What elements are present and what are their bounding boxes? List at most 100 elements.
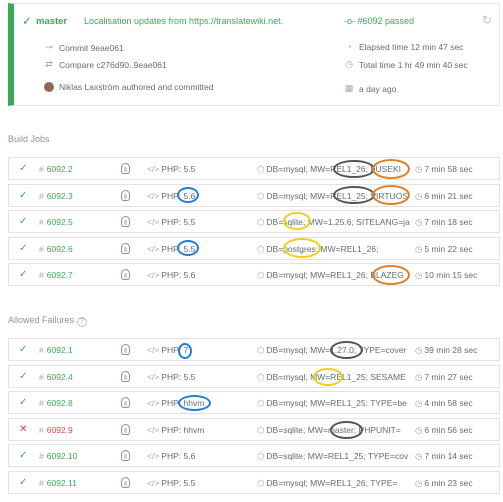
- job-number[interactable]: #6092.4: [39, 372, 73, 382]
- job-number[interactable]: #6092.11: [39, 478, 77, 488]
- restart-build-icon[interactable]: ↻: [482, 13, 492, 27]
- job-duration-label: 7 min 27 sec: [424, 371, 473, 382]
- clock-icon: ◷: [415, 345, 423, 355]
- code-icon: </>: [147, 424, 160, 435]
- job-row[interactable]: ✓ #6092.10 </> PHP: 5.6 ⬡ DB=sqlite; MW=REL1_…: [8, 444, 500, 467]
- code-icon: </>: [147, 270, 160, 280]
- job-row[interactable]: ✓ #6092.3 </> PHP: 5.6 ⬡ DB=mysql; MW=REL1_25…: [8, 183, 500, 207]
- passed-check-icon: ✓: [19, 370, 28, 382]
- job-row[interactable]: ✓ #6092.8 </> PHP: hhvm ⬡ DB=mysql; MW=REL1_2…: [8, 391, 500, 414]
- job-number-label: 6092.6: [46, 243, 73, 254]
- job-language-label: PHP: 5.5: [161, 243, 196, 254]
- job-language-label: PHP: 5.5: [161, 477, 196, 488]
- job-number-label: 6092.7: [46, 270, 73, 280]
- author-text: Niklas Laxström authored and committed: [59, 82, 214, 92]
- clock-icon: ◷: [345, 59, 353, 69]
- job-language: </> PHP: 5.6: [147, 451, 195, 461]
- job-env-label: DB=sqlite; MW=master; PHPUNIT=: [266, 424, 401, 435]
- compare-link[interactable]: Compare c276d90..9eae061: [59, 60, 167, 70]
- job-env: ⬡ DB=mysql; MW=REL1_25; TYPE=be: [257, 398, 415, 409]
- passed-check-icon: ✓: [19, 242, 28, 254]
- linux-icon: [121, 397, 130, 408]
- job-env-label: DB=sqlite; MW=1.25.6; SITELANG=ja: [266, 217, 410, 227]
- job-duration: ◷ 5 min 22 sec: [415, 244, 473, 255]
- passed-check-icon: ✓: [22, 14, 33, 28]
- job-number[interactable]: #6092.5: [39, 217, 73, 227]
- job-number[interactable]: #6092.10: [39, 451, 77, 461]
- job-row[interactable]: ✕ #6092.9 </> PHP: hhvm ⬡ DB=sqlite; MW=maste…: [8, 417, 500, 441]
- job-row[interactable]: ✓ #6092.2 </> PHP: 5.5 ⬡ DB=mysql; MW=REL1_26…: [8, 157, 500, 180]
- job-number[interactable]: #6092.7: [39, 270, 73, 280]
- job-language: </> PHP: 7: [147, 345, 188, 355]
- job-env-label: DB=mysql; MW=REL1_26; TYPE=: [266, 477, 398, 488]
- job-number-label: 6092.11: [46, 477, 77, 488]
- job-language-label: PHP: 5.5: [161, 371, 196, 382]
- clock-icon: ◷: [415, 424, 423, 435]
- clock-icon: ◷: [415, 398, 423, 408]
- hash-icon: #: [39, 424, 44, 435]
- job-language: </> PHP: 5.5: [147, 217, 195, 227]
- build-status[interactable]: -o- #6092 passed: [344, 16, 414, 26]
- calendar-icon: ▦: [344, 83, 354, 93]
- job-language: </> PHP: 5.5: [147, 164, 195, 174]
- hash-icon: #: [39, 345, 44, 355]
- job-duration: ◷ 39 min 28 sec: [415, 345, 477, 356]
- failed-cross-icon: ✕: [19, 423, 28, 435]
- total-row: ◷ Total time 1 hr 49 min 40 sec: [344, 59, 468, 70]
- job-language-label: PHP: 7: [161, 345, 189, 355]
- linux-icon: [121, 269, 130, 280]
- code-icon: </>: [147, 398, 160, 408]
- job-number[interactable]: #6092.6: [39, 244, 73, 254]
- job-row[interactable]: ✓ #6092.1 </> PHP: 7 ⬡ DB=mysql; MW=1.27.0; T…: [8, 338, 500, 361]
- hash-icon: #: [39, 398, 44, 408]
- job-row[interactable]: ✓ #6092.5 </> PHP: 5.5 ⬡ DB=sqlite; MW=1.25.6…: [8, 210, 500, 233]
- job-env: ⬡ DB=sqlite; MW=master; PHPUNIT=: [257, 425, 415, 436]
- env-icon: ⬡: [257, 164, 265, 174]
- job-number-label: 6092.4: [46, 371, 73, 382]
- job-number[interactable]: #6092.9: [39, 425, 73, 435]
- job-row[interactable]: ✓ #6092.6 </> PHP: 5.5 ⬡ DB=postgres; MW=REL1…: [8, 236, 500, 260]
- help-icon[interactable]: ?: [77, 317, 88, 327]
- clock-icon: ◷: [415, 451, 423, 461]
- job-language-label: PHP: hhvm: [161, 398, 205, 408]
- env-icon: ⬡: [257, 451, 265, 461]
- linux-icon: [121, 216, 130, 227]
- job-env: ⬡ DB=sqlite; MW=1.25.6; SITELANG=ja: [257, 217, 415, 228]
- job-row[interactable]: ✓ #6092.4 </> PHP: 5.5 ⬡ DB=mysql; MW=REL1_25…: [8, 364, 500, 388]
- env-icon: ⬡: [257, 217, 265, 227]
- commit-link[interactable]: Commit 9eae061: [59, 43, 124, 53]
- commit-message[interactable]: Localisation updates from https://transl…: [84, 16, 283, 26]
- author-row: Niklas Laxström authored and committed: [44, 82, 214, 92]
- job-env-label: DB=postgres; MW=REL1_26;: [266, 243, 379, 254]
- hash-icon: #: [39, 190, 44, 201]
- job-number[interactable]: #6092.8: [39, 398, 73, 408]
- avatar: [44, 82, 54, 92]
- job-duration-label: 4 min 58 sec: [424, 398, 473, 408]
- job-row[interactable]: ✓ #6092.7 </> PHP: 5.6 ⬡ DB=mysql; MW=REL1_26…: [8, 263, 500, 286]
- job-duration: ◷ 6 min 56 sec: [415, 425, 473, 436]
- job-env: ⬡ DB=mysql; MW=REL1_25; VIRTUOS: [257, 191, 415, 202]
- job-language-label: PHP: 5.6: [161, 451, 196, 461]
- job-number[interactable]: #6092.3: [39, 191, 73, 201]
- passed-check-icon: ✓: [19, 163, 28, 174]
- code-icon: </>: [147, 243, 160, 254]
- linux-icon: [121, 476, 130, 488]
- code-icon: </>: [147, 345, 160, 355]
- job-language: </> PHP: hhvm: [147, 398, 204, 408]
- build-summary-card: ✓ master Localisation updates from https…: [8, 3, 500, 106]
- job-row[interactable]: ✓ #6092.11 </> PHP: 5.5 ⬡ DB=mysql; MW=REL1_2…: [8, 470, 500, 494]
- code-icon: </>: [147, 190, 160, 201]
- branch-link[interactable]: master: [36, 16, 67, 27]
- compare-row[interactable]: ⇄ Compare c276d90..9eae061: [44, 59, 167, 70]
- clock-icon: ◷: [415, 243, 423, 254]
- job-number[interactable]: #6092.1: [39, 345, 73, 355]
- job-env-label: DB=mysql; MW=REL1_25; TYPE=be: [266, 398, 407, 408]
- job-number[interactable]: #6092.2: [39, 164, 73, 174]
- clock-icon: ◷: [415, 190, 423, 201]
- code-icon: </>: [147, 451, 160, 461]
- code-icon: </>: [147, 477, 160, 488]
- job-duration: ◷ 6 min 23 sec: [415, 478, 473, 489]
- commit-icon: ⊸: [45, 42, 53, 52]
- job-language: </> PHP: 5.5: [147, 244, 195, 254]
- commit-row[interactable]: ⊸ Commit 9eae061: [44, 42, 124, 53]
